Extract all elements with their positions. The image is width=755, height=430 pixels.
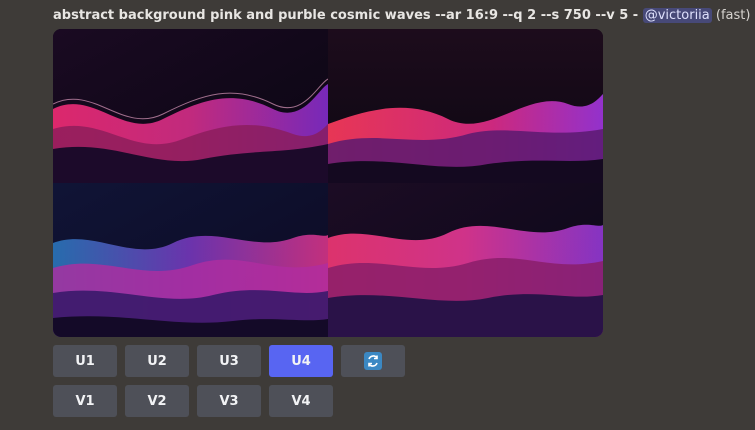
upscale-button-u2[interactable]: U2 [125,345,189,377]
variation-button-v4[interactable]: V4 [269,385,333,417]
generated-image-3[interactable] [53,183,328,337]
upscale-button-u1[interactable]: U1 [53,345,117,377]
speed-label: (fast) [715,8,751,23]
upscale-button-u3[interactable]: U3 [197,345,261,377]
variation-button-row: V1 V2 V3 V4 [53,385,333,417]
user-mention[interactable]: @victoriia [642,8,712,23]
upscale-button-u4[interactable]: U4 [269,345,333,377]
image-grid[interactable] [53,29,603,337]
prompt-line: abstract background pink and purble cosm… [53,7,750,25]
message: abstract background pink and purble cosm… [0,0,755,430]
generated-image-4[interactable] [328,183,603,337]
prompt-text: abstract background pink and purble cosm… [53,8,629,23]
reroll-icon [364,352,382,370]
upscale-button-row: U1 U2 U3 U4 [53,345,405,377]
reroll-button[interactable] [341,345,405,377]
generated-image-1[interactable] [53,29,328,183]
variation-button-v2[interactable]: V2 [125,385,189,417]
variation-button-v1[interactable]: V1 [53,385,117,417]
prompt-separator: - [628,8,643,23]
generated-image-2[interactable] [328,29,603,183]
variation-button-v3[interactable]: V3 [197,385,261,417]
